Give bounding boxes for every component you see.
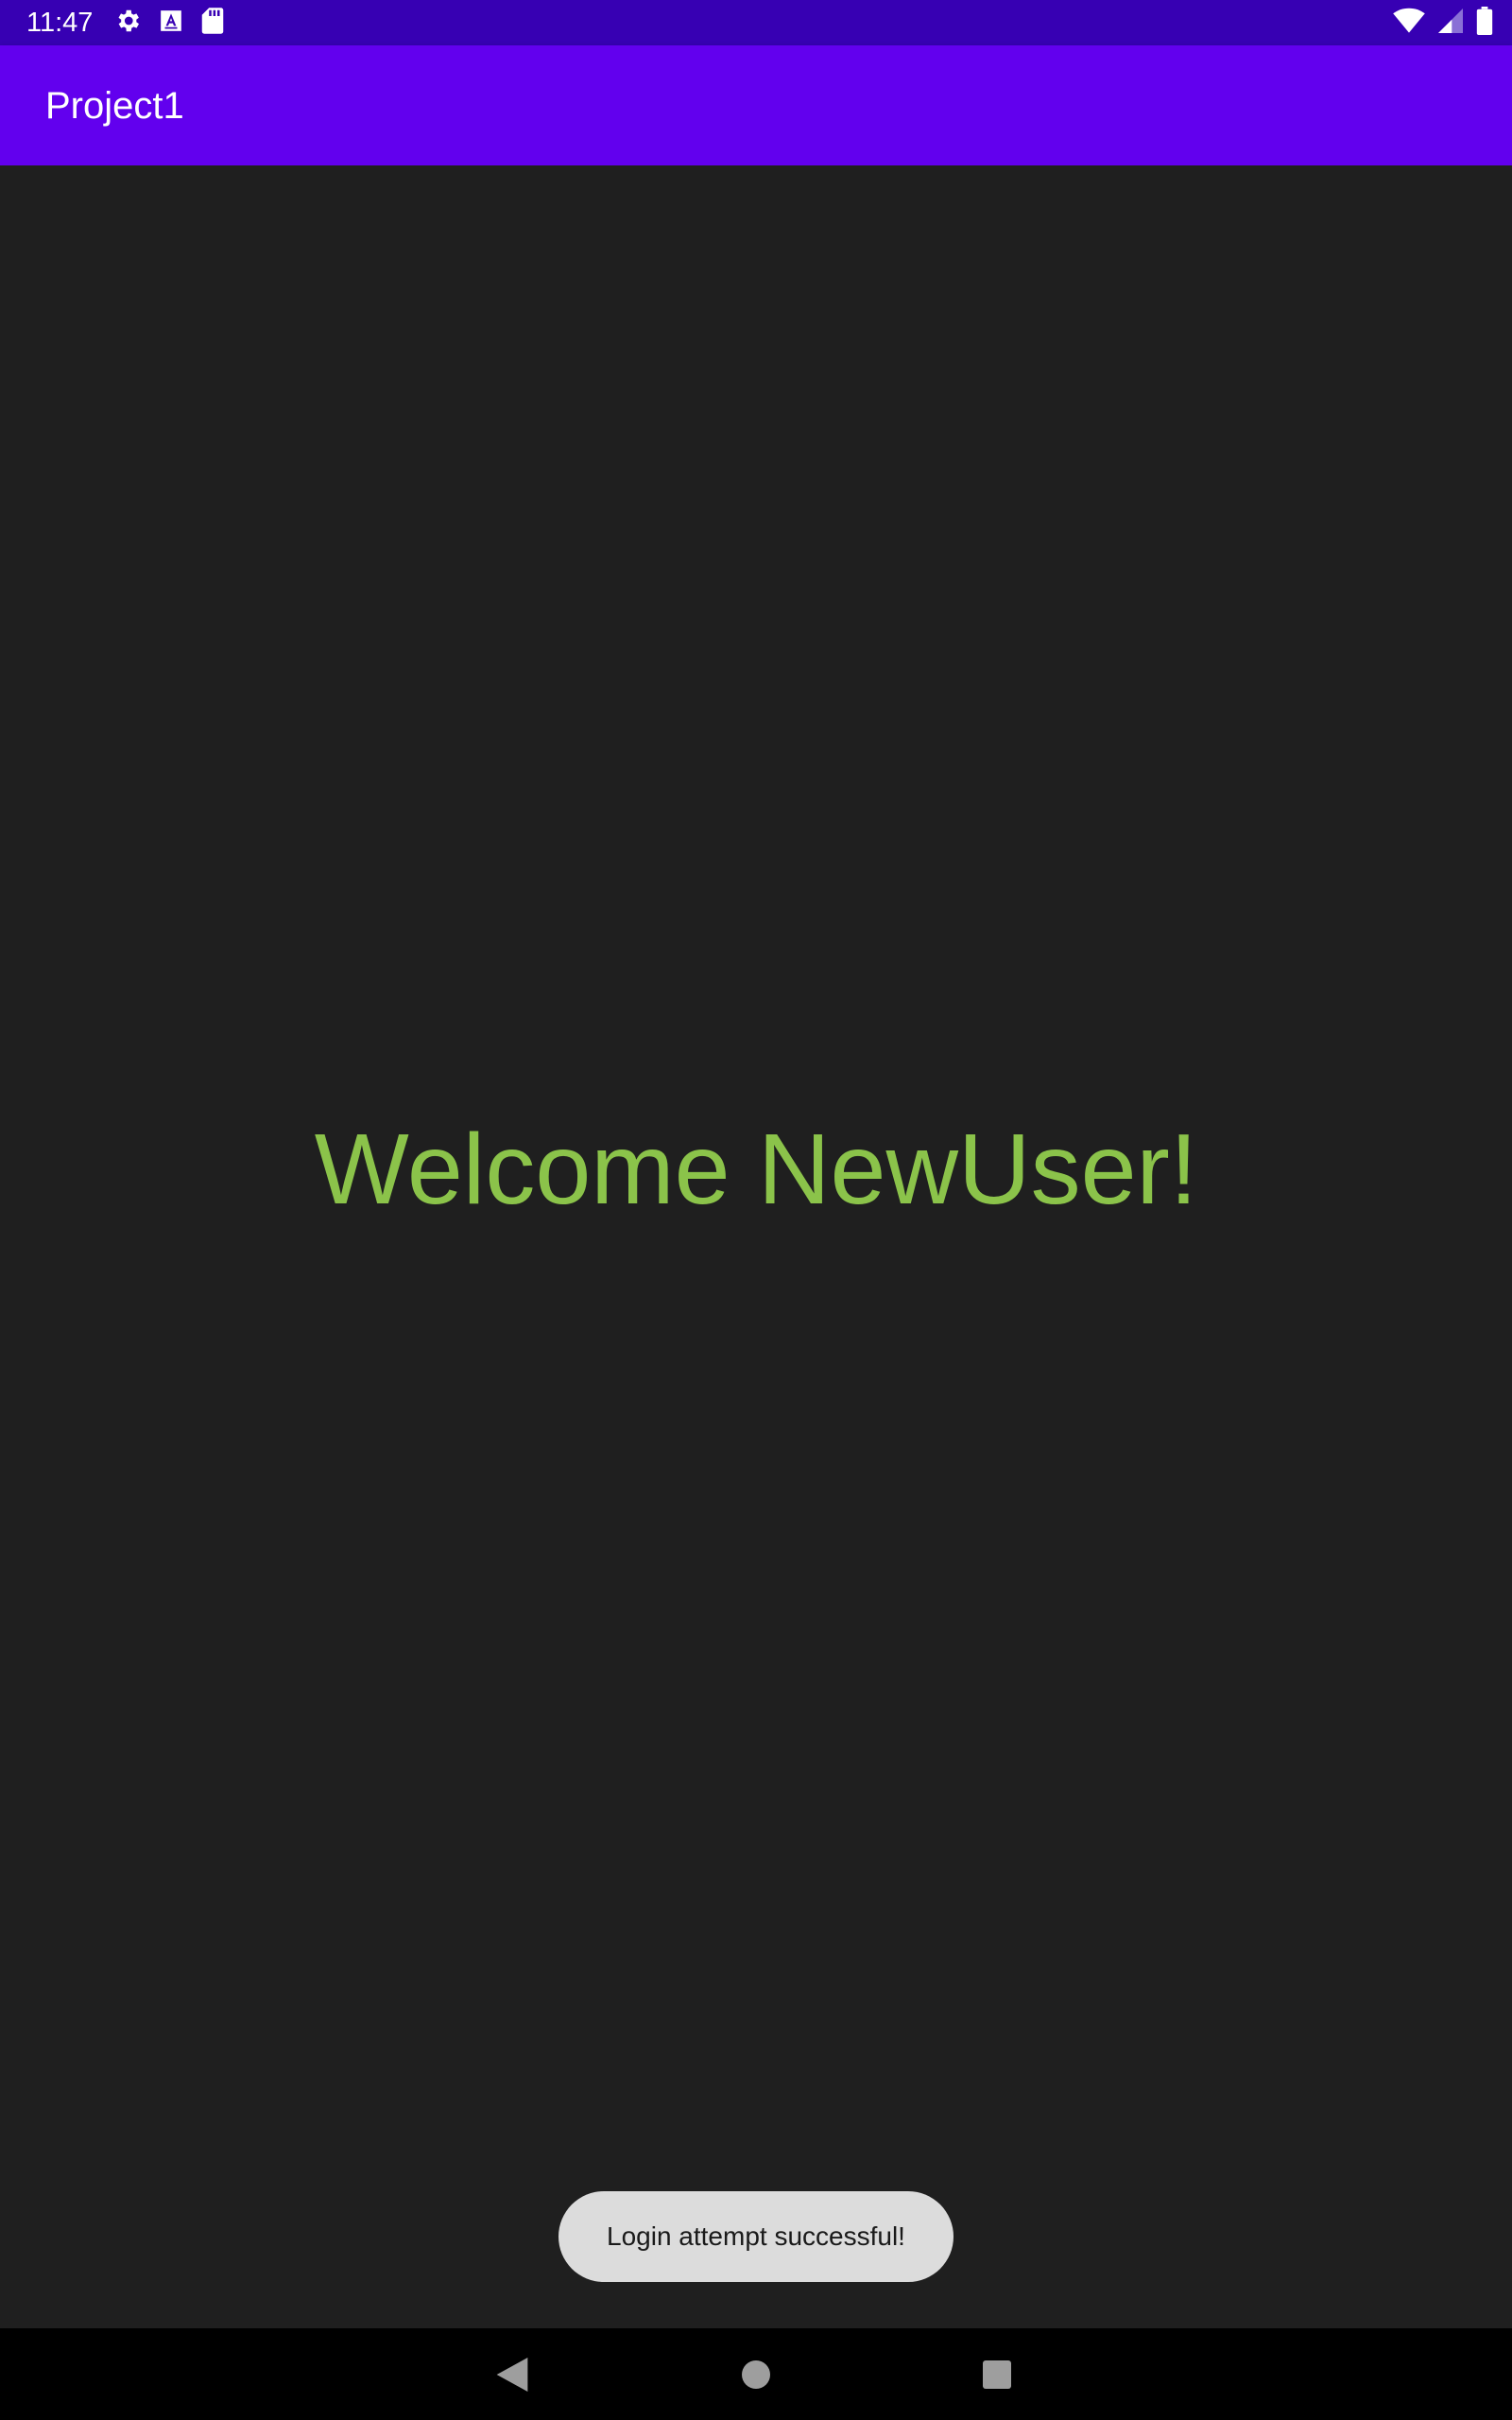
text-a-icon bbox=[159, 9, 183, 38]
status-left-icons bbox=[113, 7, 225, 40]
main-content bbox=[0, 165, 1512, 2328]
back-button[interactable] bbox=[489, 2351, 536, 2398]
home-icon bbox=[742, 2360, 770, 2389]
cellular-signal-icon bbox=[1438, 8, 1463, 39]
app-bar: Project1 bbox=[0, 45, 1512, 165]
recents-button[interactable] bbox=[973, 2351, 1021, 2398]
navigation-bar bbox=[0, 2328, 1512, 2420]
sd-card-icon bbox=[200, 7, 225, 40]
status-time: 11:47 bbox=[26, 8, 94, 38]
settings-icon bbox=[113, 7, 142, 40]
wifi-icon bbox=[1393, 8, 1425, 39]
back-icon bbox=[496, 2358, 528, 2392]
status-right-icons bbox=[1393, 6, 1493, 40]
app-title: Project1 bbox=[45, 85, 184, 127]
welcome-message: Welcome NewUser! bbox=[314, 1114, 1198, 1225]
status-bar: 11:47 bbox=[0, 0, 1512, 45]
home-button[interactable] bbox=[732, 2351, 780, 2398]
recents-icon bbox=[983, 2360, 1011, 2389]
battery-icon bbox=[1476, 6, 1493, 40]
toast-text: Login attempt successful! bbox=[607, 2221, 905, 2251]
toast-message: Login attempt successful! bbox=[558, 2191, 954, 2282]
